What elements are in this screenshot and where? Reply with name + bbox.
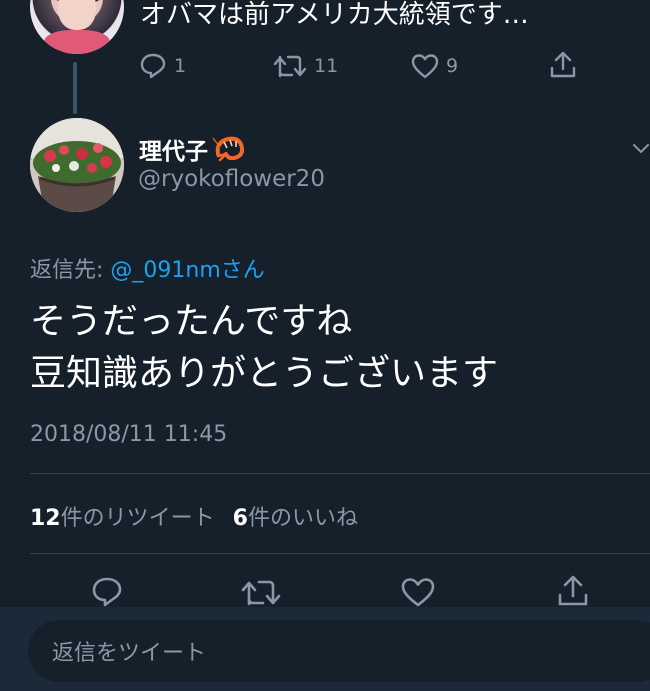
chevron-down-icon[interactable]: [632, 140, 650, 159]
reply-input-placeholder: 返信をツイート: [52, 641, 207, 666]
divider: [30, 473, 650, 474]
parent-like-button[interactable]: 9: [410, 52, 458, 80]
engagement-stats: 12件のリツイート 6件のいいね: [30, 500, 358, 532]
divider: [30, 553, 650, 554]
thread-line: [73, 62, 77, 114]
retweets-stat[interactable]: 12件のリツイート: [30, 500, 215, 532]
heart-icon: [401, 578, 435, 607]
flower-pot-photo: [30, 118, 124, 212]
reply-prefix: 返信先:: [30, 258, 104, 283]
reply-context: 返信先: @_091nmさん: [30, 252, 265, 284]
tweet-body: そうだったんですね 豆知識ありがとうございます: [30, 296, 498, 400]
tweet-timestamp: 2018/08/11 11:45: [30, 422, 228, 447]
user-handle[interactable]: @ryokoflower20: [138, 166, 325, 192]
retweet-label: 件のリツイート: [60, 506, 215, 531]
share-button[interactable]: [556, 574, 590, 608]
retweet-count: 12: [30, 506, 61, 531]
reply-icon: [140, 53, 166, 79]
like-label: 件のいいね: [247, 506, 358, 531]
reply-mention-link[interactable]: @_091nmさん: [110, 258, 264, 283]
likes-stat[interactable]: 6件のいいね: [233, 500, 358, 532]
parent-tweet-text[interactable]: オバマは前アメリカ大統領です…: [140, 0, 529, 30]
tweet-body-line: 豆知識ありがとうございます: [30, 353, 499, 394]
display-name-text: 理代子: [139, 139, 208, 165]
display-name[interactable]: 理代子: [139, 132, 246, 166]
shrimp-icon: [212, 136, 245, 162]
tweet-body-line: そうだったんですね: [30, 301, 353, 342]
retweet-icon: [241, 580, 281, 606]
user-avatar[interactable]: [30, 118, 124, 212]
parent-reply-count: 1: [174, 55, 187, 77]
reply-button[interactable]: [90, 576, 124, 608]
parent-retweet-count: 11: [314, 55, 339, 77]
share-icon: [550, 51, 576, 78]
retweet-icon: [273, 55, 307, 78]
like-count: 6: [232, 506, 248, 531]
heart-icon: [411, 54, 439, 79]
retweet-button[interactable]: [240, 576, 282, 608]
parent-avatar[interactable]: [30, 0, 124, 54]
parent-reply-button[interactable]: 1: [138, 52, 186, 80]
like-button[interactable]: [400, 576, 436, 608]
reply-input[interactable]: 返信をツイート: [28, 620, 650, 682]
parent-retweet-button[interactable]: 11: [272, 52, 338, 80]
parent-share-button[interactable]: [548, 50, 578, 80]
parent-like-count: 9: [446, 55, 459, 77]
reply-icon: [92, 577, 122, 607]
share-icon: [558, 575, 588, 606]
